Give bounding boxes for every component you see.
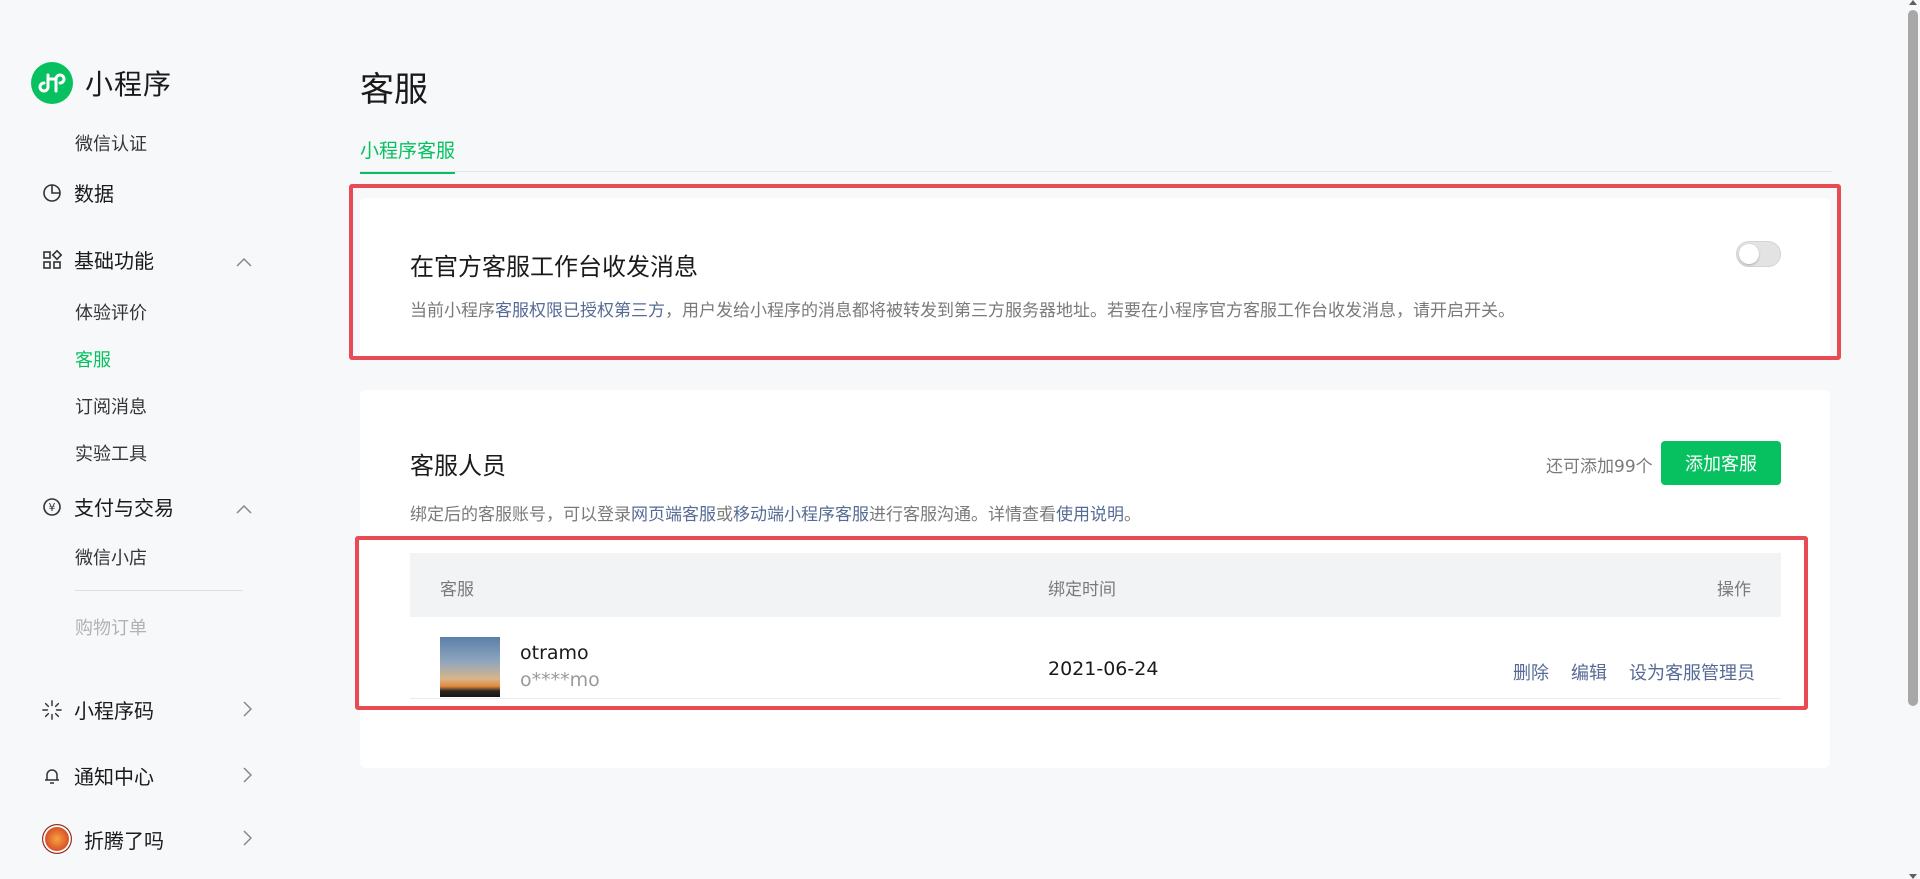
sidebar-item-subscribe-message[interactable]: 订阅消息 <box>75 393 147 419</box>
app-name: 小程序 <box>85 68 173 101</box>
highlight-box <box>355 536 1808 710</box>
yen-icon: ¥ <box>42 497 62 517</box>
sidebar-item-label: 基础功能 <box>74 249 154 273</box>
page-title: 客服 <box>360 70 428 110</box>
sidebar: 小程序 微信认证 数据 基础功能 体验评价 客服 订阅消息 实验工具 ¥ 支付与… <box>0 0 270 879</box>
sidebar-item-basic-functions[interactable]: 基础功能 <box>42 245 252 274</box>
tab-miniprogram-cs[interactable]: 小程序客服 <box>360 136 456 174</box>
sidebar-divider <box>75 590 243 591</box>
sidebar-item-label: 支付与交易 <box>74 496 174 520</box>
mobile-cs-link[interactable]: 移动端小程序客服 <box>733 505 869 525</box>
pie-chart-icon <box>42 183 62 203</box>
desc-text: 或 <box>716 505 733 525</box>
tab-bar: 小程序客服 <box>360 136 1832 174</box>
sidebar-item-account[interactable]: 折腾了吗 <box>42 824 253 854</box>
sidebar-item-qrcode[interactable]: 小程序码 <box>42 695 253 724</box>
sidebar-item-data[interactable]: 数据 <box>42 178 252 207</box>
sidebar-item-notifications[interactable]: 通知中心 <box>42 761 253 790</box>
highlight-box <box>349 184 1841 360</box>
sidebar-item-wechat-store[interactable]: 微信小店 <box>75 544 147 570</box>
staff-desc: 绑定后的客服账号，可以登录网页端客服或移动端小程序客服进行客服沟通。详情查看使用… <box>410 500 1141 525</box>
chevron-up-icon[interactable] <box>236 248 252 272</box>
sidebar-item-payment[interactable]: ¥ 支付与交易 <box>42 492 252 521</box>
sidebar-item-label: 小程序码 <box>74 699 154 723</box>
add-cs-button[interactable]: 添加客服 <box>1661 441 1781 485</box>
sidebar-item-customer-service[interactable]: 客服 <box>75 346 111 372</box>
sidebar-item-shopping-orders: 购物订单 <box>75 618 147 639</box>
desc-text: 进行客服沟通。详情查看 <box>869 505 1056 525</box>
user-avatar <box>42 824 72 854</box>
sidebar-item-lab-tools[interactable]: 实验工具 <box>75 440 147 466</box>
desc-text: 绑定后的客服账号，可以登录 <box>410 505 631 525</box>
qrcode-icon <box>42 699 62 720</box>
chevron-right-icon <box>242 764 253 788</box>
web-cs-link[interactable]: 网页端客服 <box>631 505 716 525</box>
usage-guide-link[interactable]: 使用说明 <box>1056 505 1124 525</box>
sidebar-item-label: 折腾了吗 <box>84 828 164 853</box>
chevron-right-icon <box>242 698 253 722</box>
staff-title: 客服人员 <box>410 452 506 480</box>
scroll-up-arrow-icon[interactable] <box>1909 0 1917 5</box>
miniprogram-logo-icon <box>31 62 73 104</box>
sidebar-item-label: 数据 <box>74 182 114 206</box>
svg-text:¥: ¥ <box>49 501 56 514</box>
bell-icon <box>42 766 62 786</box>
chevron-right-icon <box>242 827 253 851</box>
chevron-up-icon[interactable] <box>236 495 252 519</box>
staff-quota: 还可添加99个 <box>1546 457 1653 477</box>
sidebar-item-label: 通知中心 <box>74 765 154 789</box>
desc-text: 。 <box>1124 505 1141 525</box>
sidebar-item-experience-review[interactable]: 体验评价 <box>75 299 147 325</box>
app-logo[interactable]: 小程序 <box>31 62 172 104</box>
grid-icon <box>42 249 62 270</box>
scroll-down-arrow-icon[interactable] <box>1909 874 1917 879</box>
sidebar-item-wechat-verify[interactable]: 微信认证 <box>75 130 147 156</box>
page-scrollbar[interactable] <box>1908 10 1918 706</box>
